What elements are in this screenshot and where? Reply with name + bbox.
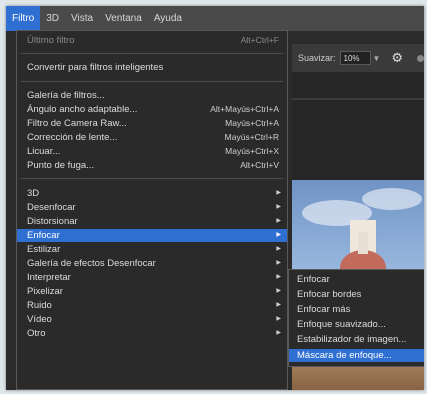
submenu-item-enfocar[interactable]: Enfocar <box>289 273 424 286</box>
submenu-arrow-icon: ▶ <box>276 204 281 210</box>
photoshop-window: Filtro 3D Vista Ventana Ayuda Suavizar: … <box>6 6 424 390</box>
menu-item-interpretar[interactable]: Interpretar ▶ <box>17 271 287 284</box>
menu-item-correccion-lente[interactable]: Corrección de lente... Mayús+Ctrl+R <box>17 131 287 144</box>
menu-item-label: Punto de fuga... <box>27 160 95 171</box>
menu-item-distorsionar[interactable]: Distorsionar ▶ <box>17 215 287 228</box>
menu-item-shortcut: Mayús+Ctrl+A <box>225 118 279 128</box>
menu-item-galeria-filtros[interactable]: Galería de filtros... <box>17 89 287 102</box>
menu-item-shortcut: Alt+Ctrl+F <box>240 35 279 45</box>
menu-vista[interactable]: Vista <box>65 6 99 31</box>
menu-item-ultimo-filtro[interactable]: Último filtro Alt+Ctrl+F <box>17 34 287 47</box>
submenu-arrow-icon: ▶ <box>276 330 281 336</box>
menu-item-shortcut: Alt+Mayús+Ctrl+A <box>210 104 279 114</box>
menu-item-label: Estilizar <box>27 244 61 255</box>
menu-item-ruido[interactable]: Ruido ▶ <box>17 299 287 312</box>
menu-item-licuar[interactable]: Licuar... Mayús+Ctrl+X <box>17 145 287 158</box>
menu-item-enfocar[interactable]: Enfocar ▶ <box>17 229 287 242</box>
suavizar-label: Suavizar: <box>298 53 336 63</box>
menu-item-camera-raw[interactable]: Filtro de Camera Raw... Mayús+Ctrl+A <box>17 117 287 130</box>
menu-3d[interactable]: 3D <box>40 6 65 31</box>
menu-ayuda[interactable]: Ayuda <box>148 6 188 31</box>
suavizar-input[interactable]: 10% <box>339 51 372 65</box>
divider <box>292 98 424 100</box>
menu-item-pixelizar[interactable]: Pixelizar ▶ <box>17 285 287 298</box>
menu-item-label: Galería de efectos Desenfocar <box>27 258 156 269</box>
dome-lantern <box>358 232 368 254</box>
menu-separator <box>21 178 283 179</box>
menu-item-label: Convertir para filtros inteligentes <box>27 62 164 73</box>
menubar: Filtro 3D Vista Ventana Ayuda <box>6 6 424 31</box>
menu-item-label: Ángulo ancho adaptable... <box>27 104 138 115</box>
options-bar: Suavizar: 10% ▼ ⚙ <box>292 44 424 72</box>
menu-item-label: Licuar... <box>27 146 61 157</box>
menu-item-label: Galería de filtros... <box>27 90 105 101</box>
menu-item-label: Otro <box>27 328 46 339</box>
menu-item-angulo-ancho[interactable]: Ángulo ancho adaptable... Alt+Mayús+Ctrl… <box>17 103 287 116</box>
menu-item-punto-fuga[interactable]: Punto de fuga... Alt+Ctrl+V <box>17 159 287 172</box>
menu-filtro[interactable]: Filtro <box>6 6 41 31</box>
menu-item-label: Interpretar <box>27 272 71 283</box>
submenu-item-enfocar-bordes[interactable]: Enfocar bordes <box>289 288 424 301</box>
menu-item-label: Filtro de Camera Raw... <box>27 118 127 129</box>
submenu-arrow-icon: ▶ <box>276 190 281 196</box>
menu-item-convertir-filtros-inteligentes[interactable]: Convertir para filtros inteligentes <box>17 61 287 74</box>
submenu-arrow-icon: ▶ <box>276 288 281 294</box>
menu-item-estilizar[interactable]: Estilizar ▶ <box>17 243 287 256</box>
menu-item-label: Enfocar <box>27 230 60 241</box>
menu-item-label: Último filtro <box>27 35 75 46</box>
menu-item-label: 3D <box>27 188 40 199</box>
submenu-arrow-icon: ▶ <box>276 316 281 322</box>
menu-item-shortcut: Mayús+Ctrl+X <box>225 146 279 156</box>
enfocar-submenu: Enfocar Enfocar bordes Enfocar más Enfoq… <box>288 269 424 367</box>
menu-ventana[interactable]: Ventana <box>99 6 148 31</box>
submenu-arrow-icon: ▶ <box>276 246 281 252</box>
menu-item-label: Desenfocar <box>27 202 76 213</box>
menu-item-galeria-efectos-desenfocar[interactable]: Galería de efectos Desenfocar ▶ <box>17 257 287 270</box>
menu-item-label: Vídeo <box>27 314 52 325</box>
menu-separator <box>21 53 283 54</box>
menu-item-3d[interactable]: 3D ▶ <box>17 187 287 200</box>
menu-item-video[interactable]: Vídeo ▶ <box>17 313 287 326</box>
submenu-arrow-icon: ▶ <box>276 260 281 266</box>
workspace-background <box>292 72 424 180</box>
menu-item-label: Ruido <box>27 300 52 311</box>
menu-item-label: Corrección de lente... <box>27 132 118 143</box>
submenu-arrow-icon: ▶ <box>276 218 281 224</box>
submenu-item-estabilizador-imagen[interactable]: Estabilizador de imagen... <box>289 333 424 346</box>
menu-item-label: Distorsionar <box>27 216 78 227</box>
submenu-item-enfocar-mas[interactable]: Enfocar más <box>289 303 424 316</box>
submenu-arrow-icon: ▶ <box>276 232 281 238</box>
gear-icon[interactable]: ⚙ <box>391 50 403 66</box>
circle-icon[interactable] <box>417 54 424 62</box>
cloud-shape <box>362 188 422 210</box>
filter-menu: Último filtro Alt+Ctrl+F Convertir para … <box>16 30 288 390</box>
menu-item-label: Pixelizar <box>27 286 63 297</box>
submenu-item-enfoque-suavizado[interactable]: Enfoque suavizado... <box>289 318 424 331</box>
menu-item-shortcut: Alt+Ctrl+V <box>240 160 279 170</box>
submenu-arrow-icon: ▶ <box>276 302 281 308</box>
menu-item-shortcut: Mayús+Ctrl+R <box>224 132 279 142</box>
submenu-item-mascara-enfoque[interactable]: Máscara de enfoque... <box>289 349 424 362</box>
chevron-down-icon[interactable]: ▼ <box>371 54 381 63</box>
submenu-arrow-icon: ▶ <box>276 274 281 280</box>
menu-item-otro[interactable]: Otro ▶ <box>17 327 287 340</box>
menu-separator <box>21 81 283 82</box>
menu-item-desenfocar[interactable]: Desenfocar ▶ <box>17 201 287 214</box>
